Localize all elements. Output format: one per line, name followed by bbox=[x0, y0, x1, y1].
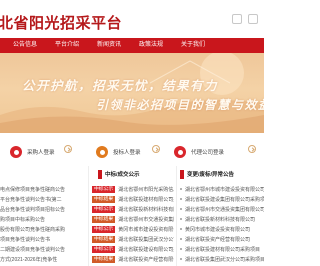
list-item[interactable]: 中标结果湖北省联投建材有限公司关于采购项目 bbox=[92, 194, 174, 204]
nav-item-policies[interactable]: 政策法规 bbox=[130, 38, 172, 53]
arrow-right-icon[interactable] bbox=[248, 145, 256, 153]
list-item[interactable]: 中标公示湖北省联投新材料科技有限公司中标公示 bbox=[92, 204, 174, 214]
login-agency-label: 代理公司登录 bbox=[191, 150, 225, 156]
change-notice-list: 湖北省鄂州市城市建设投资有限公司 湖北省联投建设集团有限公司采购项目 湖北省鄂州… bbox=[180, 184, 264, 264]
section-marker bbox=[98, 169, 102, 179]
column-divider bbox=[88, 166, 89, 266]
bullet-icon bbox=[180, 188, 182, 190]
list-item[interactable]: 股份有限公司竞争性磋商采购 bbox=[0, 224, 86, 234]
bullet-icon bbox=[180, 248, 182, 250]
list-item[interactable]: 中标公示湖北省鄂州市阳光采购信息服务平台 bbox=[92, 184, 174, 194]
status-badge: 中标公示 bbox=[92, 245, 116, 253]
list-item[interactable]: 湖北省联投集团武汉分公司采购项目 bbox=[180, 254, 264, 264]
section-change-title[interactable]: 变更/废标/异常公告 bbox=[187, 170, 234, 178]
list-item[interactable]: 方式(2021-2026年)竞争性 bbox=[0, 254, 86, 264]
section-award-header: 中标/成交公示 bbox=[98, 168, 140, 180]
column-divider bbox=[176, 166, 177, 266]
status-badge: 中标结果 bbox=[92, 255, 116, 263]
banner-slogan-line2: 引领非必招项目的智慧与效益 bbox=[96, 98, 264, 112]
buyer-icon bbox=[10, 146, 22, 158]
award-notice-list: 中标公示湖北省鄂州市阳光采购信息服务平台 中标结果湖北省联投建材有限公司关于采购… bbox=[92, 184, 174, 264]
search-icon[interactable] bbox=[232, 14, 242, 24]
list-item[interactable]: 湖北省联投建材有限公司采购项目 bbox=[180, 244, 264, 254]
list-item[interactable]: 湖北省联投建设集团有限公司采购项目 bbox=[180, 194, 264, 204]
section-award-title[interactable]: 中标/成交公示 bbox=[105, 170, 140, 178]
login-buyer-label: 采购人登录 bbox=[27, 150, 55, 156]
list-item[interactable]: 品台竞争性谈判项目招标公告 bbox=[0, 204, 86, 214]
agency-icon bbox=[174, 146, 186, 158]
bullet-icon bbox=[180, 208, 182, 210]
header-icons bbox=[232, 14, 258, 24]
site-title[interactable]: 北省阳光招采平台 bbox=[0, 12, 122, 33]
list-item[interactable]: 湖北省鄂州市城市建设投资有限公司 bbox=[180, 184, 264, 194]
bullet-icon bbox=[180, 198, 182, 200]
section-marker bbox=[180, 169, 184, 179]
login-bidder[interactable]: 投标人登录 bbox=[96, 144, 141, 160]
list-item[interactable]: 中标公示湖北省联投建设有限公司关于招标公告 bbox=[92, 244, 174, 254]
status-badge: 中标结果 bbox=[92, 215, 116, 223]
list-item[interactable]: 湖北省联投新材料科技有限公司 bbox=[180, 214, 264, 224]
status-badge: 中标公示 bbox=[92, 225, 116, 233]
login-agency[interactable]: 代理公司登录 bbox=[174, 144, 224, 160]
bullet-icon bbox=[180, 228, 182, 230]
list-item[interactable]: 中标结果湖北省鄂州市交通投资集团有限公司 bbox=[92, 214, 174, 224]
nav-item-announcements[interactable]: 公告信息 bbox=[4, 38, 46, 53]
bullet-icon bbox=[180, 218, 182, 220]
bullet-icon bbox=[180, 238, 182, 240]
user-icon[interactable] bbox=[248, 14, 258, 24]
site-header: 北省阳光招采平台 bbox=[0, 0, 264, 38]
list-item[interactable]: 中标结果湖北省联投集团武汉分公司采购项目 bbox=[92, 234, 174, 244]
list-item[interactable]: 中标公示黄冈市城市建设投资有限公司采购项目 bbox=[92, 224, 174, 234]
arrow-right-icon[interactable] bbox=[64, 145, 72, 153]
login-entries: 采购人登录 投标人登录 代理公司登录 bbox=[0, 141, 264, 163]
login-buyer[interactable]: 采购人登录 bbox=[10, 144, 55, 160]
list-item[interactable]: 黄冈市城市建设投资有限公司 bbox=[180, 224, 264, 234]
procurement-notice-list: 电点保修项目竞争性磋商公告 平台竞争性谈判公告书(第二 品台竞争性谈判项目招标公… bbox=[0, 184, 86, 264]
hero-banner[interactable]: 公开护航，招采无忧，结果有力 引领非必招项目的智慧与效益 bbox=[0, 53, 264, 133]
list-item[interactable]: 平台竞争性谈判公告书(第二 bbox=[0, 194, 86, 204]
bidder-icon bbox=[96, 146, 108, 158]
list-item[interactable]: 电点保修项目竞争性磋商公告 bbox=[0, 184, 86, 194]
list-item[interactable]: 购项目中标采购公告 bbox=[0, 214, 86, 224]
status-badge: 中标公示 bbox=[92, 205, 116, 213]
list-item[interactable]: 二期建设项目竞争性谈判公告 bbox=[0, 244, 86, 254]
nav-item-news[interactable]: 新闻资讯 bbox=[88, 38, 130, 53]
list-item[interactable]: 湖北省联投资产经营有限公司 bbox=[180, 234, 264, 244]
status-badge: 中标结果 bbox=[92, 235, 116, 243]
main-nav: 公告信息 平台介绍 新闻资讯 政策法规 关于我们 bbox=[0, 38, 264, 53]
status-badge: 中标公示 bbox=[92, 185, 116, 193]
banner-slogan-line1: 公开护航，招采无忧，结果有力 bbox=[22, 78, 219, 93]
list-item[interactable]: 湖北省鄂州市交通投资集团有限公司 bbox=[180, 204, 264, 214]
nav-item-platform-intro[interactable]: 平台介绍 bbox=[46, 38, 88, 53]
list-item[interactable]: 项目竞争性谈判公告书 bbox=[0, 234, 86, 244]
login-bidder-label: 投标人登录 bbox=[113, 150, 141, 156]
section-change-header: 变更/废标/异常公告 bbox=[180, 168, 234, 180]
arrow-right-icon[interactable] bbox=[152, 145, 160, 153]
bullet-icon bbox=[180, 258, 182, 260]
list-item[interactable]: 中标结果湖北省联投资产经营有限公司采购项目 bbox=[92, 254, 174, 264]
status-badge: 中标结果 bbox=[92, 195, 116, 203]
nav-item-about[interactable]: 关于我们 bbox=[172, 38, 214, 53]
